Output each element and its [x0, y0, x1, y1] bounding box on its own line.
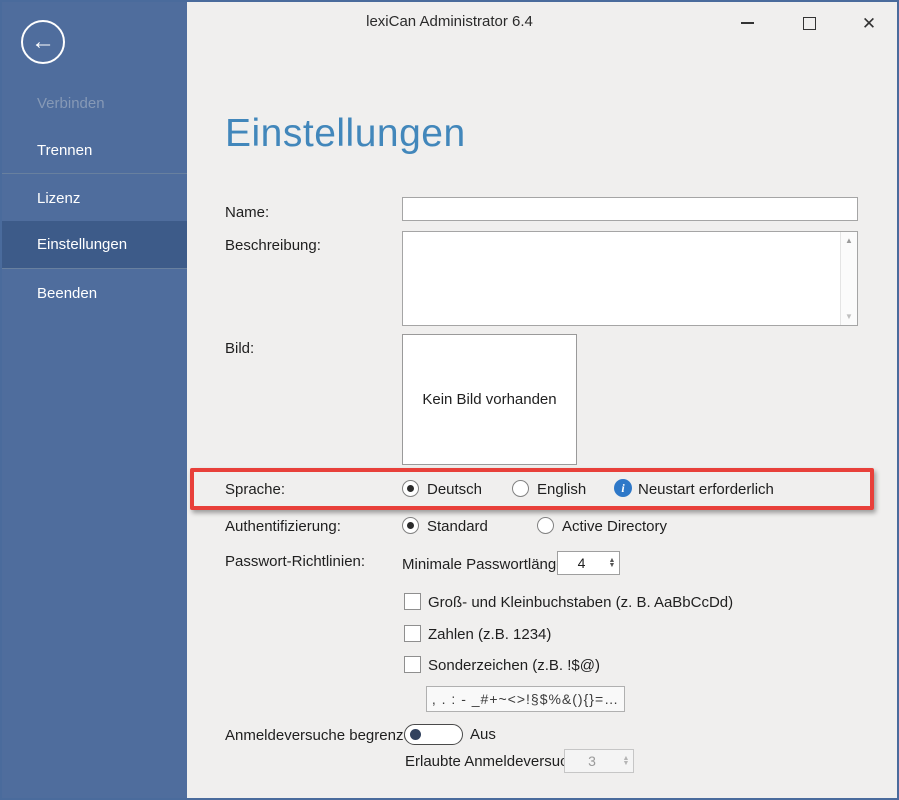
passwort-richtlinien-label: Passwort-Richtlinien: — [225, 553, 365, 570]
bild-placeholder-box[interactable]: Kein Bild vorhanden — [402, 334, 577, 465]
spin-down-icon: ▼ — [623, 761, 630, 766]
toggle-knob — [410, 729, 421, 740]
min-passwortlaenge-value: 4 — [558, 552, 605, 574]
page-title: Einstellungen — [225, 112, 466, 156]
maximize-button[interactable] — [792, 10, 826, 36]
erlaubte-anmeldeversuche-value: 3 — [565, 750, 619, 772]
erlaubte-anmeldeversuche-label: Erlaubte Anmeldeversuche: — [405, 753, 588, 770]
radio-standard[interactable] — [402, 517, 419, 534]
sidebar-item-einstellungen[interactable]: Einstellungen — [2, 221, 187, 268]
anmeldeversuche-label: Anmeldeversuche begrenzen: — [225, 727, 424, 744]
checkbox-sonderzeichen-label[interactable]: Sonderzeichen (z.B. !$@) — [428, 657, 600, 674]
back-arrow-icon: ← — [31, 30, 55, 54]
min-passwortlaenge-label: Minimale Passwortlänge: — [402, 556, 569, 573]
restart-notice: Neustart erforderlich — [638, 481, 774, 498]
bild-label: Bild: — [225, 340, 254, 357]
checkbox-grossklein-label[interactable]: Groß- und Kleinbuchstaben (z. B. AaBbCcD… — [428, 594, 733, 611]
sidebar-item-trennen[interactable]: Trennen — [2, 142, 187, 159]
beschreibung-label: Beschreibung: — [225, 237, 321, 254]
radio-active-directory[interactable] — [537, 517, 554, 534]
app-window: ← Verbinden Trennen Lizenz Einstellungen… — [0, 0, 899, 800]
close-icon: ✕ — [862, 15, 876, 32]
min-passwortlaenge-spinner[interactable]: 4 ▲ ▼ — [557, 551, 620, 575]
sidebar-item-lizenz[interactable]: Lizenz — [2, 190, 187, 207]
name-label: Name: — [225, 204, 269, 221]
scroll-down-icon[interactable]: ▼ — [841, 308, 857, 325]
minimize-icon — [741, 22, 754, 24]
anmeldeversuche-toggle[interactable] — [404, 724, 463, 745]
sidebar-divider — [2, 268, 187, 269]
checkbox-zahlen-label[interactable]: Zahlen (z.B. 1234) — [428, 626, 551, 643]
checkbox-zahlen[interactable] — [404, 625, 421, 642]
erlaubte-anmeldeversuche-spinner: 3 ▲ ▼ — [564, 749, 634, 773]
beschreibung-textarea[interactable]: ▲ ▼ — [402, 231, 858, 326]
info-icon: i — [614, 479, 632, 497]
sonderzeichen-list-input[interactable] — [426, 686, 625, 712]
bild-empty-text: Kein Bild vorhanden — [422, 391, 556, 408]
radio-deutsch-label[interactable]: Deutsch — [427, 481, 482, 498]
radio-standard-label[interactable]: Standard — [427, 518, 488, 535]
radio-active-directory-label[interactable]: Active Directory — [562, 518, 667, 535]
name-input[interactable] — [402, 197, 858, 221]
checkbox-sonderzeichen[interactable] — [404, 656, 421, 673]
toggle-state-text: Aus — [470, 726, 496, 743]
sidebar-divider — [2, 173, 187, 174]
sidebar-item-verbinden[interactable]: Verbinden — [2, 95, 187, 112]
sidebar: ← Verbinden Trennen Lizenz Einstellungen… — [2, 2, 187, 798]
scroll-up-icon[interactable]: ▲ — [841, 232, 857, 249]
maximize-icon — [803, 17, 816, 30]
radio-deutsch[interactable] — [402, 480, 419, 497]
sprache-label: Sprache: — [225, 481, 285, 498]
minimize-button[interactable] — [730, 10, 764, 36]
sidebar-item-beenden[interactable]: Beenden — [2, 285, 187, 302]
checkbox-grossklein[interactable] — [404, 593, 421, 610]
scrollbar[interactable]: ▲ ▼ — [840, 232, 857, 325]
radio-english-label[interactable]: English — [537, 481, 586, 498]
close-button[interactable]: ✕ — [852, 10, 886, 36]
radio-english[interactable] — [512, 480, 529, 497]
spin-down-icon[interactable]: ▼ — [609, 563, 616, 568]
auth-label: Authentifizierung: — [225, 518, 341, 535]
